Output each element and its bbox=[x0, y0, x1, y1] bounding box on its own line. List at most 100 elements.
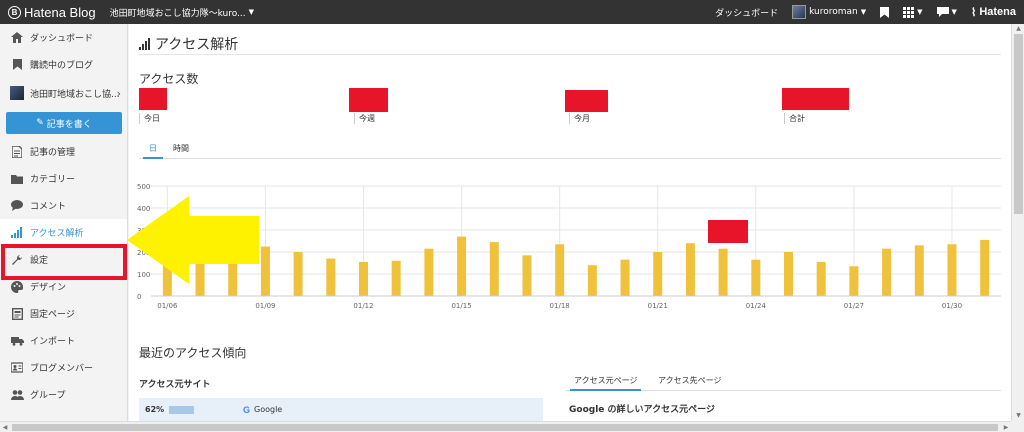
sidebar-item-members[interactable]: ブログメンバー bbox=[0, 354, 127, 381]
y-tick-label: 100 bbox=[137, 271, 150, 279]
horizontal-scrollbar[interactable]: ◀ ▶ bbox=[0, 421, 1011, 432]
sidebar-item-dashboard[interactable]: ダッシュボード bbox=[0, 24, 127, 51]
tab-day[interactable]: 日 bbox=[143, 142, 163, 159]
user-menu[interactable]: kuroroman ▼ bbox=[792, 5, 866, 19]
bar bbox=[162, 254, 172, 296]
stat-label: 合計 bbox=[784, 113, 805, 124]
bookmark-icon bbox=[10, 58, 24, 72]
caret-down-icon: ▼ bbox=[917, 8, 923, 16]
sidebar-item-label: アクセス解析 bbox=[30, 229, 84, 239]
bar bbox=[555, 244, 565, 296]
x-tick-label: 01/21 bbox=[648, 302, 668, 310]
bar bbox=[882, 248, 892, 296]
sidebar-item-import[interactable]: インポート bbox=[0, 327, 127, 354]
tab-destination-page[interactable]: アクセス先ページ bbox=[654, 374, 725, 391]
redaction-box bbox=[708, 220, 748, 243]
comment-icon bbox=[10, 199, 24, 213]
palette-icon bbox=[10, 280, 24, 294]
bookmark-icon[interactable] bbox=[880, 6, 890, 18]
sidebar-item-blog[interactable]: 池田町地域おこし協... › bbox=[0, 78, 127, 108]
hatena-mark-icon: ⌇ bbox=[970, 6, 977, 19]
sidebar-item-subscribed[interactable]: 購読中のブログ bbox=[0, 51, 127, 78]
x-tick-label: 01/09 bbox=[255, 302, 275, 310]
page-title: アクセス解析 bbox=[139, 34, 238, 54]
y-tick-label: 300 bbox=[137, 227, 150, 235]
bar-chart-icon bbox=[10, 226, 24, 240]
redaction-box bbox=[139, 88, 167, 110]
truck-icon bbox=[10, 334, 24, 348]
write-article-button[interactable]: ✎ 記事を書く bbox=[6, 112, 122, 134]
write-article-label: 記事を書く bbox=[46, 119, 92, 130]
caret-down-icon: ▼ bbox=[248, 8, 255, 16]
scroll-up-icon[interactable]: ▲ bbox=[1012, 24, 1024, 34]
chevron-right-icon: › bbox=[116, 86, 121, 100]
referrer-site[interactable]: Google bbox=[254, 405, 282, 414]
referrer-row[interactable]: 62% G Google bbox=[139, 398, 543, 421]
wrench-icon bbox=[10, 253, 24, 267]
bar bbox=[914, 245, 924, 296]
sidebar-item-label: 設定 bbox=[30, 256, 49, 266]
bar bbox=[489, 242, 499, 296]
access-count-heading: アクセス数 bbox=[139, 72, 199, 86]
vertical-scrollbar[interactable]: ▲ ▼ bbox=[1011, 24, 1024, 421]
x-tick-label: 01/30 bbox=[942, 302, 962, 310]
tab-hour[interactable]: 時間 bbox=[167, 142, 195, 159]
home-icon bbox=[10, 31, 24, 45]
apps-grid-icon[interactable]: ▼ bbox=[903, 6, 923, 18]
user-avatar bbox=[792, 5, 807, 19]
bar bbox=[457, 236, 467, 296]
bar bbox=[816, 261, 826, 296]
scrollbar-thumb[interactable] bbox=[1014, 34, 1023, 214]
sidebar-item-access-analysis[interactable]: アクセス解析 bbox=[0, 219, 127, 246]
sidebar-item-label: インポート bbox=[30, 337, 76, 347]
sidebar-item-group[interactable]: グループ bbox=[0, 381, 127, 408]
sidebar-item-settings[interactable]: 設定 bbox=[0, 246, 127, 273]
sidebar-item-comment[interactable]: コメント bbox=[0, 192, 127, 219]
sidebar-item-articles[interactable]: 記事の管理 bbox=[0, 138, 127, 165]
logo-text: Hatena Blog bbox=[24, 4, 96, 20]
sidebar-item-label: デザイン bbox=[30, 283, 67, 293]
x-tick-label: 01/24 bbox=[746, 302, 767, 310]
caret-down-icon: ▼ bbox=[860, 8, 867, 16]
google-detail-heading: Google の詳しいアクセス元ページ bbox=[569, 405, 715, 415]
hatena-blog-logo[interactable]: B Hatena Blog bbox=[0, 0, 96, 24]
sidebar-item-fixed-page[interactable]: 固定ページ bbox=[0, 300, 127, 327]
bar bbox=[260, 246, 270, 296]
x-tick-label: 01/12 bbox=[353, 302, 373, 310]
redaction-box bbox=[782, 88, 849, 110]
sidebar-item-label: 記事の管理 bbox=[30, 148, 76, 158]
blog-name: 池田町地域おこし協力隊〜kuro... bbox=[109, 8, 246, 19]
scroll-left-icon[interactable]: ◀ bbox=[0, 422, 10, 432]
blog-selector[interactable]: 池田町地域おこし協力隊〜kuro... ▼ bbox=[110, 6, 254, 19]
bar bbox=[391, 260, 401, 296]
x-tick-label: 01/06 bbox=[157, 302, 178, 310]
bar bbox=[980, 239, 990, 296]
notification-icon[interactable]: ▼ bbox=[936, 7, 957, 17]
sidebar-item-label: ダッシュボード bbox=[30, 34, 94, 44]
scroll-down-icon[interactable]: ▼ bbox=[1012, 411, 1024, 421]
sidebar-item-label: コメント bbox=[30, 202, 67, 212]
hatena-brand-text: Hatena bbox=[979, 6, 1016, 18]
bar bbox=[587, 265, 597, 296]
scrollbar-thumb[interactable] bbox=[12, 424, 998, 431]
sidebar-item-category[interactable]: カテゴリー bbox=[0, 165, 127, 192]
hatena-logo-icon: B bbox=[8, 5, 21, 19]
scroll-right-icon[interactable]: ▶ bbox=[1001, 422, 1011, 432]
sidebar-item-label: グループ bbox=[30, 391, 66, 401]
sidebar-item-label: 固定ページ bbox=[30, 310, 75, 320]
hatena-brand[interactable]: ⌇ Hatena bbox=[971, 6, 1016, 19]
main-content: アクセス解析 アクセス数 今日 今週 今月 合計 日 時間 0 100 200 300… bbox=[129, 24, 1011, 421]
top-right-nav: ダッシュボード kuroroman ▼ ▼ ▼ ⌇ Hatena bbox=[715, 0, 1024, 24]
dashboard-link[interactable]: ダッシュボード bbox=[715, 6, 778, 19]
bar bbox=[620, 259, 630, 296]
referrer-tabs: アクセス元ページ アクセス先ページ bbox=[566, 374, 1001, 391]
bar bbox=[947, 244, 957, 296]
sidebar-item-label: カテゴリー bbox=[30, 175, 76, 185]
redaction-box bbox=[349, 88, 388, 112]
x-tick-label: 01/15 bbox=[451, 302, 471, 310]
referrer-percent: 62% bbox=[145, 405, 165, 414]
sidebar-item-design[interactable]: デザイン bbox=[0, 273, 127, 300]
redaction-box bbox=[565, 90, 608, 112]
bar bbox=[653, 252, 663, 296]
tab-referrer-page[interactable]: アクセス元ページ bbox=[570, 374, 642, 391]
